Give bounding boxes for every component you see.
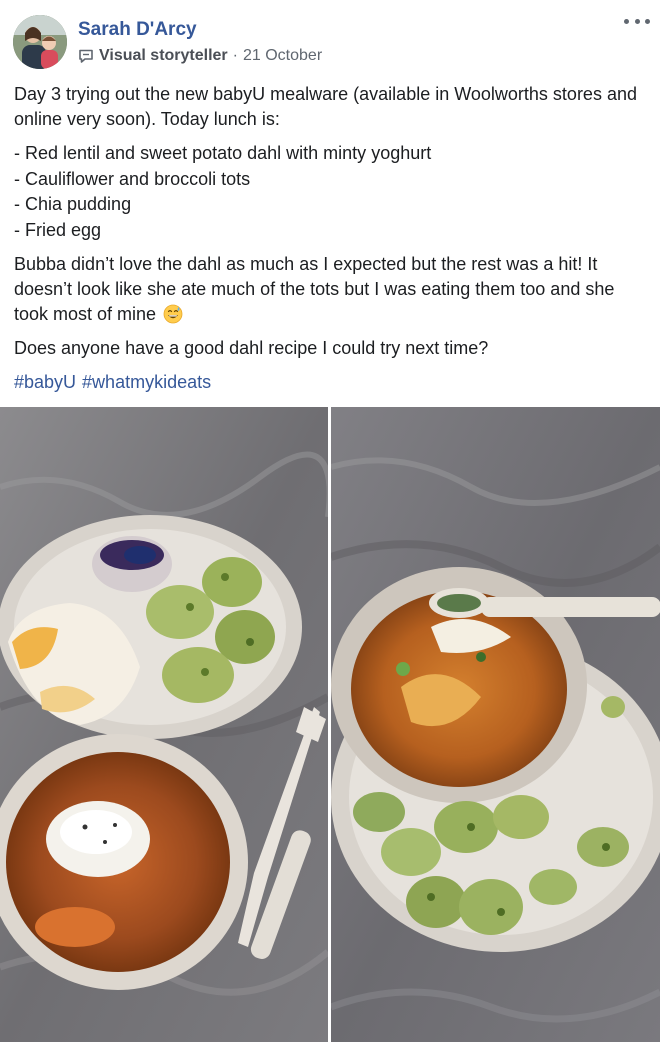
lunch-photo-left[interactable]: [0, 407, 328, 1042]
hashtag-whatmykideats[interactable]: #whatmykideats: [82, 372, 211, 392]
author-name[interactable]: Sarah D'Arcy: [78, 19, 197, 41]
visual-storyteller-badge[interactable]: Visual storyteller: [99, 47, 228, 65]
post-intro: Day 3 trying out the new babyU mealware …: [14, 84, 637, 129]
menu-item: - Red lentil and sweet potato dahl with …: [14, 143, 432, 163]
post-question: Does anyone have a good dahl recipe I co…: [14, 338, 489, 358]
menu-item: - Chia pudding: [14, 194, 132, 214]
author-avatar[interactable]: [13, 15, 67, 69]
post-review-paragraph: Bubba didn’t love the dahl as much as I …: [14, 252, 650, 327]
eaten-plate-image: [331, 407, 660, 1042]
menu-list: - Red lentil and sweet potato dahl with …: [14, 141, 650, 243]
hashtag-babyu[interactable]: #babyU: [14, 372, 76, 392]
lunch-photo-right[interactable]: [331, 407, 660, 1042]
post-meta: Visual storyteller · 21 October: [78, 47, 322, 65]
post-header: Sarah D'Arcy Visual storyteller · 21 Oct…: [0, 0, 660, 78]
meta-separator: ·: [232, 47, 238, 64]
grinning-sweat-emoji: [163, 304, 183, 324]
post-body: Day 3 trying out the new babyU mealware …: [14, 82, 650, 395]
avatar-photo: [13, 15, 67, 69]
menu-item: - Fried egg: [14, 219, 102, 240]
hashtags: #babyU #whatmykideats: [14, 370, 650, 395]
post-date[interactable]: 21 October: [243, 47, 322, 65]
speech-bubble-icon: [78, 48, 94, 64]
menu-item: - Cauliflower and broccoli tots: [14, 168, 251, 189]
post-photos: [0, 407, 660, 1042]
post-review: Bubba didn’t love the dahl as much as I …: [14, 254, 615, 324]
ellipsis-icon[interactable]: [624, 12, 650, 30]
plate-and-bowl-image: [0, 407, 328, 1042]
